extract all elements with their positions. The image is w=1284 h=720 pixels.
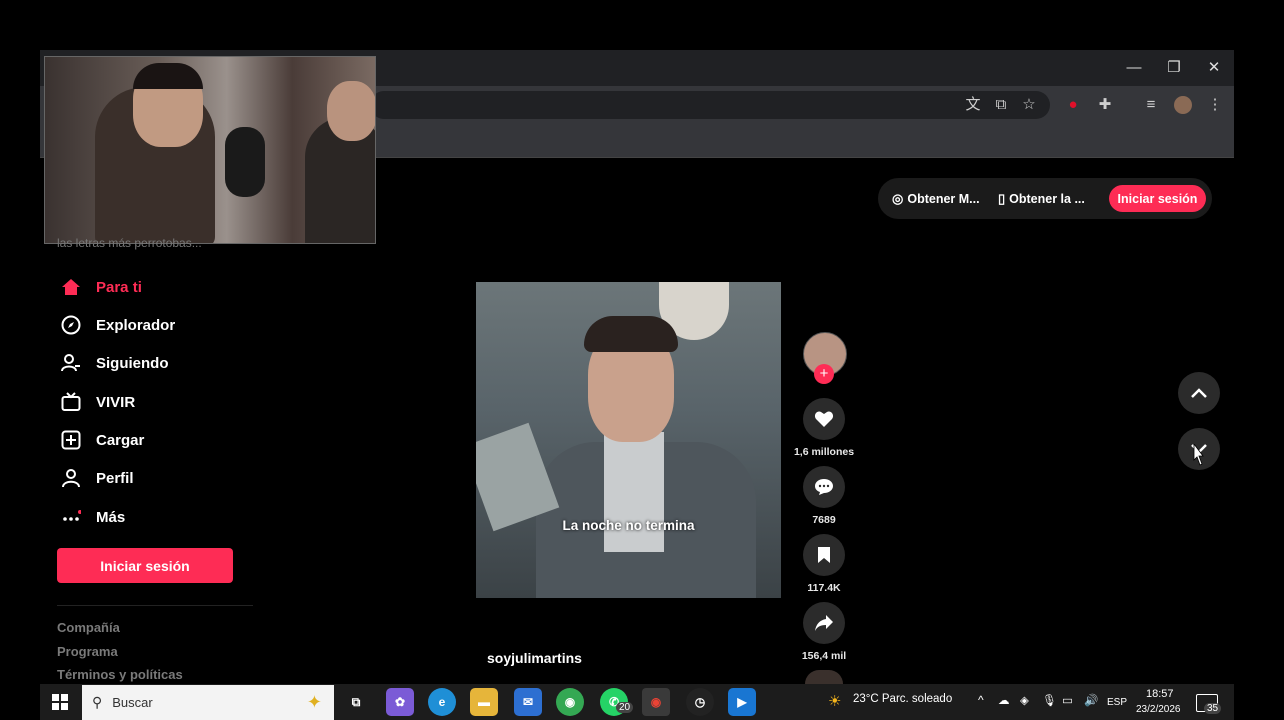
notifications-badge: 35	[1204, 703, 1222, 714]
music-disc[interactable]	[805, 670, 843, 684]
volume-icon[interactable]: 🔊	[1084, 693, 1098, 707]
sidebar-item-siguiendo[interactable]: Siguiendo	[60, 350, 169, 376]
bookmark-star-icon[interactable]: ☆	[1018, 94, 1040, 116]
live-tv-icon	[60, 391, 82, 413]
video-player[interactable]	[476, 282, 781, 598]
top-login-button[interactable]: Iniciar sesión	[1109, 185, 1206, 212]
comments-count: 7689	[812, 514, 836, 526]
language-indicator[interactable]: ESP	[1107, 697, 1127, 708]
footer-link-compania[interactable]: Compañía	[57, 620, 120, 635]
likes-count: 1,6 millones	[793, 446, 855, 458]
shares-count: 156,4 mil	[801, 650, 847, 662]
clock-date[interactable]: 23/2/2026	[1136, 704, 1181, 715]
sidebar-item-label: VIVIR	[96, 393, 136, 411]
share-icon	[815, 615, 833, 631]
weather-icon[interactable]: ☀	[828, 692, 841, 710]
like-button[interactable]	[803, 398, 845, 440]
more-icon	[60, 506, 82, 528]
upload-icon	[60, 429, 82, 451]
sparkle-icon: ✦	[306, 692, 322, 712]
home-icon	[60, 276, 82, 298]
opera-extension-icon[interactable]: ●	[1062, 94, 1084, 116]
video-author[interactable]: soyjulimartins	[487, 650, 582, 666]
bookmark-icon	[818, 547, 830, 563]
get-coins-label: Obtener M...	[907, 191, 980, 206]
hair	[584, 316, 678, 352]
search-input[interactable]: las letras más perrotobas...	[57, 236, 202, 250]
search-icon: ⚲	[92, 694, 103, 710]
recorder-icon[interactable]: ◷	[686, 688, 714, 716]
taskbar-search-label: Buscar	[112, 695, 153, 710]
compass-icon	[60, 314, 82, 336]
mail-icon[interactable]: ✉	[514, 688, 542, 716]
webcam-overlay	[44, 56, 376, 244]
get-app-link[interactable]: ▯ Obtener la ...	[998, 186, 1085, 211]
minimize-button[interactable]: —	[1122, 58, 1146, 78]
network-icon[interactable]: ▭	[1062, 693, 1073, 707]
taskbar-search[interactable]: ⚲ Buscar ✦	[82, 685, 334, 720]
onedrive-icon[interactable]: ☁	[998, 693, 1010, 707]
sidebar-login-button[interactable]: Iniciar sesión	[57, 548, 233, 583]
close-button[interactable]: ✕	[1202, 58, 1226, 78]
sidebar-item-perfil[interactable]: Perfil	[60, 465, 134, 491]
saves-count: 117.4K	[807, 582, 841, 594]
video-caption: La noche no termina	[562, 518, 695, 533]
turtleneck	[604, 432, 664, 552]
extensions-icon[interactable]: ✚	[1094, 94, 1116, 116]
microphone-icon[interactable]: 🎙	[1042, 693, 1057, 707]
whatsapp-badge: 20	[616, 702, 634, 713]
heart-icon	[814, 411, 834, 427]
sidebar-item-label: Siguiendo	[96, 354, 169, 372]
sidebar-item-label: Para ti	[96, 278, 142, 296]
media-control-icon[interactable]: ≡	[1140, 94, 1162, 116]
coin-icon: ◎	[892, 190, 904, 206]
clock-time[interactable]: 18:57	[1146, 688, 1174, 700]
chrome-icon[interactable]: ◉	[556, 688, 584, 716]
profile-icon	[60, 467, 82, 489]
sidebar-item-label: Perfil	[96, 469, 134, 487]
comment-button[interactable]	[803, 466, 845, 508]
mouse-cursor	[1192, 442, 1204, 466]
task-view-icon[interactable]: ⧉	[342, 688, 370, 716]
store-icon[interactable]: ▶	[728, 688, 756, 716]
phone-icon: ▯	[998, 190, 1006, 206]
follow-plus-icon[interactable]: +	[814, 364, 834, 384]
cast-icon[interactable]: ⧉	[990, 94, 1012, 116]
previous-video-button[interactable]	[1178, 372, 1220, 414]
sidebar-item-label: Cargar	[96, 431, 145, 449]
footer-link-terminos[interactable]: Términos y políticas	[57, 667, 183, 682]
get-app-label: Obtener la ...	[1009, 191, 1085, 206]
address-bar[interactable]	[370, 91, 1050, 119]
share-button[interactable]	[803, 602, 845, 644]
chevron-up-icon	[1191, 388, 1207, 398]
file-explorer-icon[interactable]: ▬	[470, 688, 498, 716]
sidebar-item-cargar[interactable]: Cargar	[60, 427, 144, 453]
sidebar-item-label: Más	[96, 508, 126, 526]
sidebar-divider	[57, 605, 253, 606]
save-button[interactable]	[803, 534, 845, 576]
menu-kebab-icon[interactable]: ⋮	[1204, 94, 1226, 116]
translate-icon[interactable]: 文	[962, 94, 984, 116]
profile-avatar[interactable]	[1174, 96, 1192, 114]
sidebar-item-vivir[interactable]: VIVIR	[60, 389, 135, 415]
sidebar-item-mas[interactable]: Más	[60, 504, 125, 530]
tray-chevron-icon[interactable]: ^	[978, 693, 984, 707]
get-coins-link[interactable]: ◎ Obtener M...	[892, 186, 980, 211]
windows-start-icon[interactable]	[52, 694, 68, 710]
footer-link-programa[interactable]: Programa	[57, 644, 118, 659]
chrome-active-icon[interactable]: ◉	[642, 688, 670, 716]
sidebar-item-para-ti[interactable]: Para ti	[60, 274, 142, 300]
security-icon[interactable]: ◈	[1020, 693, 1029, 707]
edge-icon[interactable]: e	[428, 688, 456, 716]
weather-text[interactable]: 23°C Parc. soleado	[853, 693, 952, 705]
copilot-icon[interactable]: ✿	[386, 688, 414, 716]
sidebar-item-explorador[interactable]: Explorador	[60, 312, 175, 338]
following-icon	[60, 352, 82, 374]
comment-icon	[815, 479, 833, 495]
restore-button[interactable]: ❐	[1162, 58, 1186, 78]
sidebar-item-label: Explorador	[96, 316, 176, 334]
